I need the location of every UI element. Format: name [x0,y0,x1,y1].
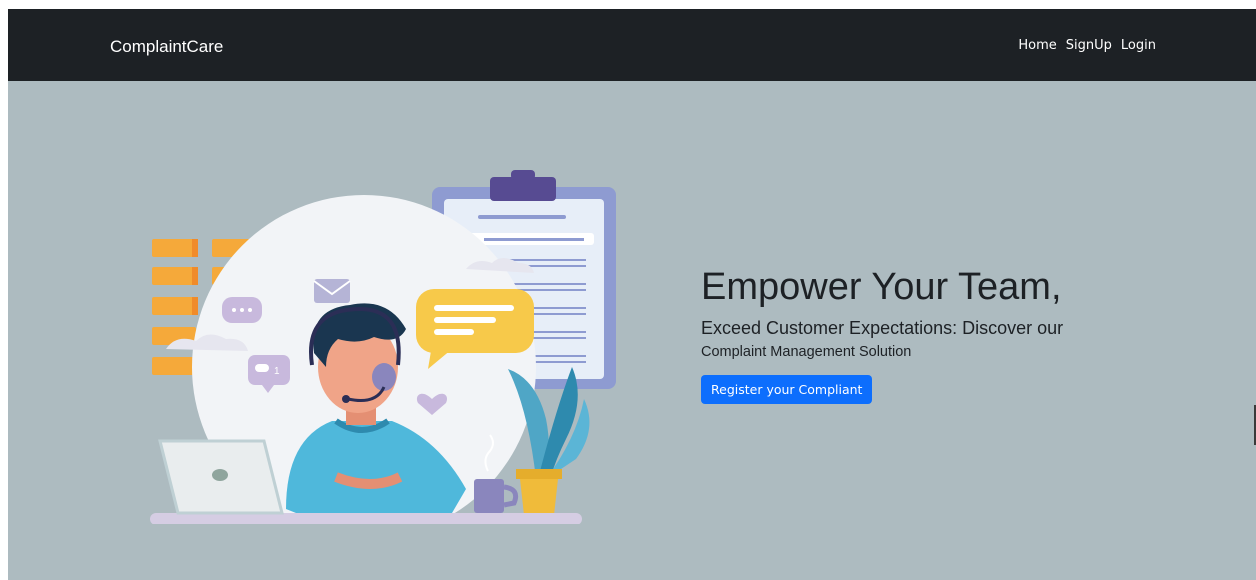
laptop-icon [158,439,284,515]
desk [150,513,582,524]
navbar: ComplaintCare Home SignUp Login [8,9,1256,81]
hero-subheading: Exceed Customer Expectations: Discover o… [701,318,1064,338]
hero-subheading-line2: Complaint Management Solution [701,344,912,360]
chat-bubble-icon [222,297,262,323]
hero-heading: Empower Your Team, [701,266,1062,308]
comment-badge-count: 1 [274,366,280,377]
nav-signup-link[interactable]: SignUp [1066,38,1112,53]
customer-support-illustration: 1 [150,170,616,524]
page-frame: ComplaintCare Home SignUp Login 1 Empowe… [8,9,1256,580]
register-complaint-button[interactable]: Register your Compliant [701,375,873,404]
plant-icon [508,367,590,515]
brand-link[interactable]: ComplaintCare [110,37,223,57]
hero-text: Empower Your Team, Exceed Customer Expec… [701,265,1181,404]
nav-links: Home SignUp Login [1018,38,1156,53]
nav-login-link[interactable]: Login [1121,38,1156,53]
nav-home-link[interactable]: Home [1018,38,1056,53]
envelope-icon [313,279,351,303]
